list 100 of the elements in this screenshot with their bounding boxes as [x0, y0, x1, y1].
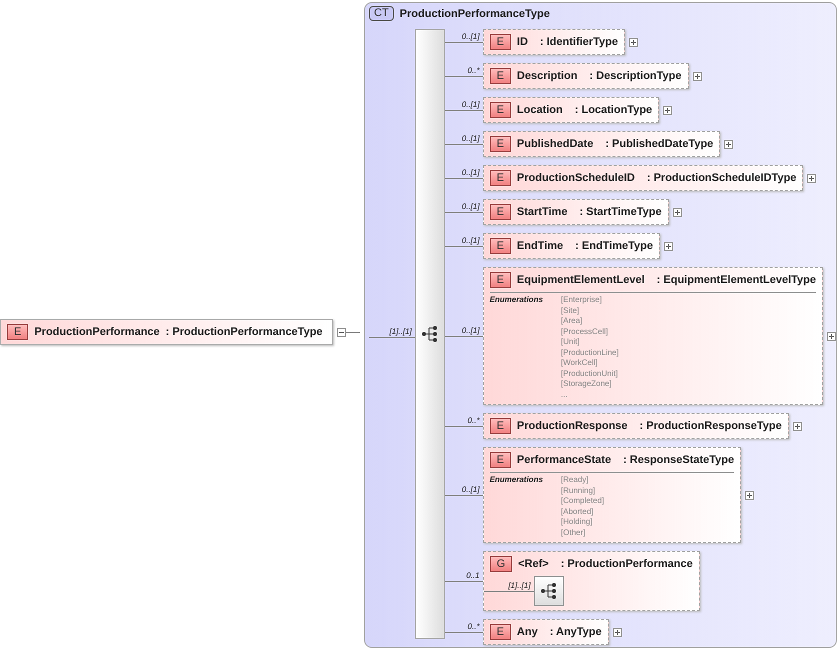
enumeration-value: [Site] [560, 306, 580, 316]
enumeration-value: [Ready] [560, 475, 590, 486]
element-type: : PublishedDateType [605, 138, 714, 150]
expand-icon[interactable] [692, 72, 702, 80]
enumeration-value: [Unit] [560, 337, 581, 348]
element-badge: E [490, 34, 511, 50]
element-badge: E [490, 170, 511, 186]
element-name: EndTime [516, 240, 564, 252]
element-badge: E [490, 452, 511, 468]
element-box[interactable]: E Location : LocationType [482, 97, 660, 123]
cardinality-label: 0..[1] [460, 484, 481, 494]
element-badge: E [490, 136, 511, 152]
enumeration-value: [StorageZone] [560, 379, 613, 390]
element-box[interactable]: E StartTime : StartTimeType [482, 199, 669, 225]
element-type: : DescriptionType [589, 70, 682, 82]
cardinality-label: 0..[1] [460, 236, 481, 246]
group-box[interactable]: G <Ref> : ProductionPerformance [1]..[1] [482, 551, 700, 611]
element-box[interactable]: E PerformanceState : ResponseStateType Enumerations [Ready] [Running] [Completed] [Aborted] [Holding] [Other] [482, 447, 742, 543]
element-type: : ProductionResponseType [640, 420, 782, 432]
element-name: <Ref> [518, 558, 549, 570]
cardinality-label: 0..[1] [460, 168, 481, 178]
enumerations-label: Enumerations [490, 295, 543, 306]
root-element-box[interactable]: E ProductionPerformance : ProductionPerformanceType [0, 319, 333, 345]
element-name: Location [516, 104, 563, 116]
element-name: ProductionResponse [516, 420, 628, 432]
expand-icon[interactable] [792, 422, 802, 430]
element-type: : ProductionScheduleIDType [646, 172, 796, 184]
element-badge: E [490, 204, 511, 220]
collapse-icon[interactable] [337, 328, 346, 336]
enumeration-value: [Area] [560, 316, 584, 326]
element-name: ProductionPerformance [34, 326, 160, 338]
element-type: : LocationType [574, 104, 652, 116]
cardinality-label: 0..1 [465, 570, 481, 580]
cardinality-label: 0..* [466, 66, 481, 76]
element-type: : ResponseStateType [623, 454, 734, 466]
element-type: : EquipmentElementLevelType [656, 274, 816, 286]
element-box[interactable]: E PublishedDate : PublishedDateType [482, 131, 720, 157]
enumeration-value: [Aborted] [560, 506, 594, 517]
element-type: : ProductionPerformance [560, 558, 693, 570]
element-type: : EndTimeType [575, 240, 653, 252]
expand-icon[interactable] [612, 628, 622, 636]
enumerations-label: Enumerations [490, 475, 543, 486]
element-name: ID [516, 36, 528, 48]
expand-icon[interactable] [745, 490, 754, 500]
sequence-icon [540, 582, 558, 600]
element-badge: E [490, 68, 511, 84]
enumeration-value: [ProcessCell] [560, 326, 610, 337]
element-type: : IdentifierType [540, 36, 618, 48]
expand-icon[interactable] [724, 140, 734, 148]
element-name: Description [516, 70, 578, 82]
element-badge: G [490, 556, 512, 572]
enumeration-value: [Other] [560, 528, 586, 538]
element-box[interactable]: E ProductionResponse : ProductionResponseType [482, 413, 789, 439]
element-badge: E [490, 102, 511, 118]
element-box[interactable]: E Description : DescriptionType [482, 63, 689, 89]
cardinality-label: [1]..[1] [388, 326, 413, 336]
expand-icon[interactable] [663, 106, 672, 114]
expand-icon[interactable] [827, 332, 836, 340]
element-box[interactable]: E EquipmentElementLevel : EquipmentElementLevelType Enumerations [Enterprise] [Site] [Area] [ProcessCell] [Unit] [ProductionLine] [WorkCell] [ProductionUnit] [StorageZone] ... [482, 267, 823, 405]
element-badge: E [490, 238, 511, 254]
element-name: StartTime [516, 206, 568, 218]
cardinality-label: 0..[1] [460, 134, 481, 144]
expand-icon[interactable] [672, 208, 682, 216]
element-badge: E [7, 324, 28, 340]
complex-type-name: ProductionPerformanceType [400, 8, 550, 20]
cardinality-label: 0..[1] [460, 202, 481, 212]
sequence-icon [420, 325, 439, 343]
cardinality-label: 0..[1] [460, 326, 481, 336]
element-badge: E [490, 272, 511, 288]
enumeration-value: [Enterprise] [560, 295, 603, 306]
element-name: PublishedDate [516, 138, 594, 150]
complex-type-badge: CT [369, 6, 394, 21]
element-badge: E [490, 624, 511, 640]
element-name: EquipmentElementLevel [516, 274, 645, 286]
cardinality-label: 0..* [466, 622, 481, 632]
cardinality-label: 0..* [466, 416, 481, 426]
cardinality-label: 0..[1] [460, 32, 481, 42]
element-type: : AnyType [550, 626, 602, 638]
cardinality-label: 0..[1] [460, 100, 481, 110]
enumeration-value: [Holding] [560, 517, 594, 528]
element-type: : StartTimeType [579, 206, 662, 218]
element-box[interactable]: E Any : AnyType [482, 619, 609, 645]
sequence-box[interactable] [534, 576, 564, 606]
enumeration-value: ... [560, 390, 569, 400]
element-type: : ProductionPerformanceType [166, 326, 323, 338]
expand-icon[interactable] [628, 38, 638, 46]
element-name: PerformanceState [516, 454, 612, 466]
enumeration-value: [ProductionLine] [560, 348, 619, 358]
element-box[interactable]: E ID : IdentifierType [482, 29, 625, 55]
cardinality-label: [1]..[1] [507, 580, 532, 590]
enumeration-value: [Completed] [560, 496, 604, 506]
expand-icon[interactable] [664, 242, 673, 250]
element-box[interactable]: E EndTime : EndTimeType [482, 233, 660, 259]
element-box[interactable]: E ProductionScheduleID : ProductionScheduleIDType [482, 165, 804, 191]
enumeration-value: [Running] [560, 486, 596, 496]
enumeration-value: [ProductionUnit] [560, 368, 619, 379]
expand-icon[interactable] [807, 174, 816, 182]
enumeration-value: [WorkCell] [560, 358, 599, 368]
element-name: Any [516, 626, 538, 638]
element-badge: E [490, 418, 511, 434]
